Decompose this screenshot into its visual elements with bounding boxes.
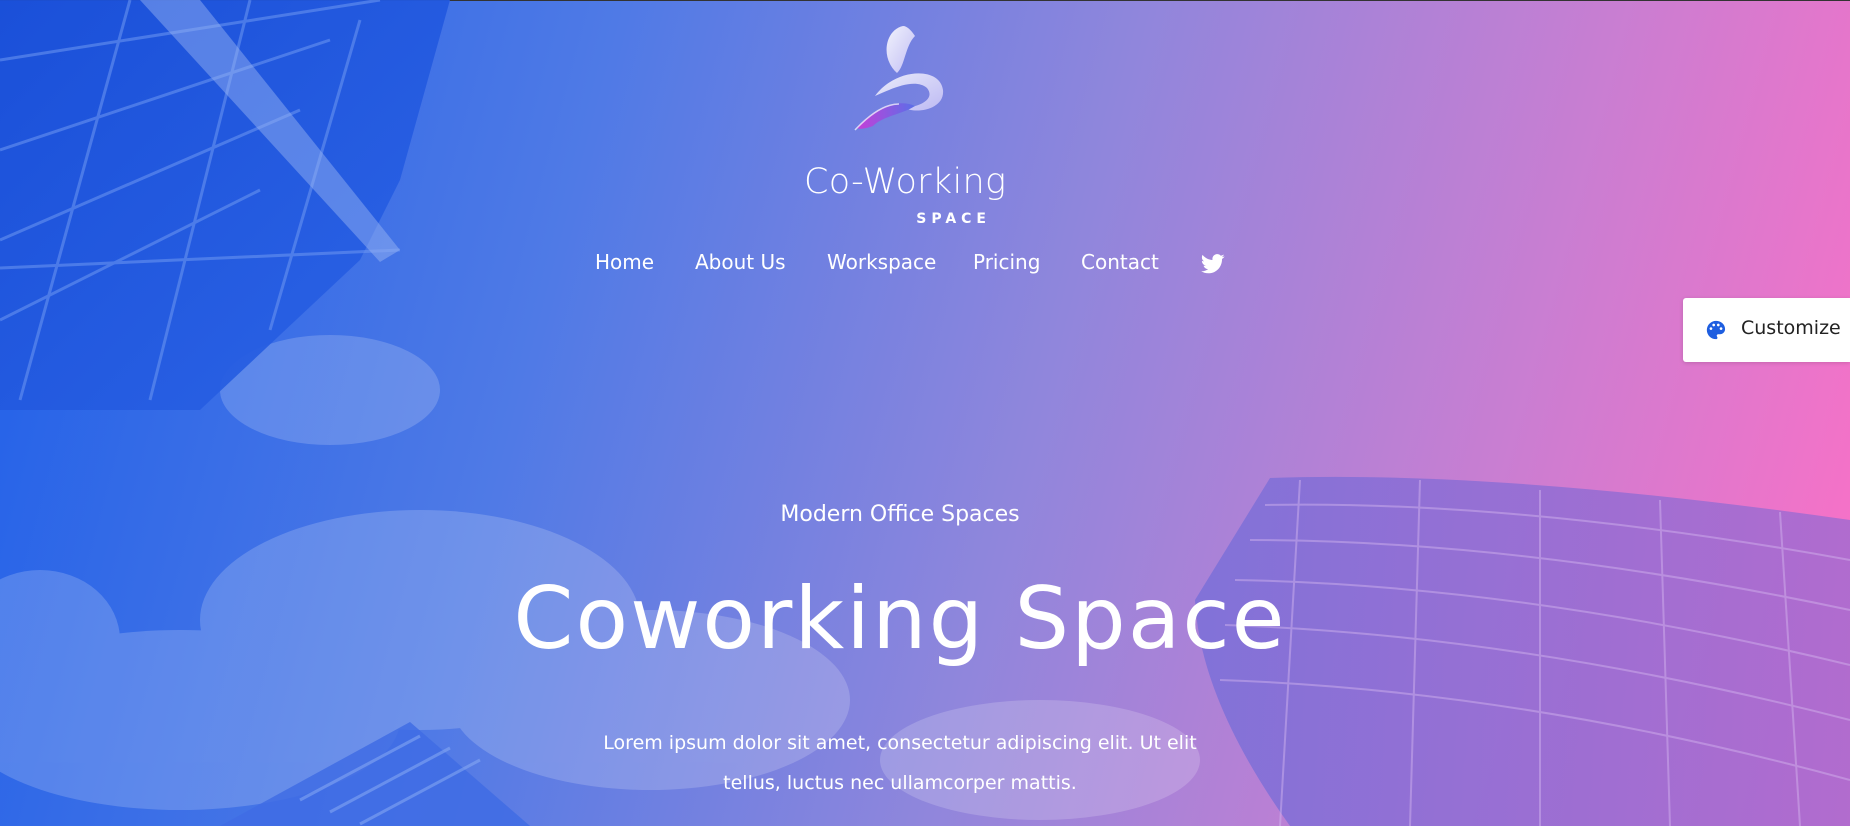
main-navigation: Home About Us Workspace Pricing Contact	[0, 250, 1850, 282]
hero-headline: Coworking Space	[513, 569, 1287, 669]
brand-title: Co-Working	[804, 162, 1007, 202]
nav-item-workspace[interactable]: Workspace	[827, 250, 936, 274]
nav-item-pricing[interactable]: Pricing	[973, 250, 1040, 274]
swirl-logo-icon	[854, 26, 944, 131]
twitter-icon[interactable]	[1201, 254, 1225, 274]
brand-logo[interactable]: Co-Working SPACE	[790, 18, 1006, 227]
brand-subtitle: SPACE	[916, 211, 991, 227]
customize-button[interactable]: Customize	[1683, 298, 1850, 362]
hero-lead-text: Lorem ipsum dolor sit amet, consectetur …	[603, 732, 1197, 794]
customize-label: Customize	[1741, 317, 1841, 339]
hero-eyebrow: Modern Office Spaces	[780, 502, 1020, 527]
nav-item-about-us[interactable]: About Us	[695, 250, 786, 274]
palette-icon	[1706, 320, 1726, 340]
nav-item-contact[interactable]: Contact	[1081, 250, 1159, 274]
hero-section: Co-Working SPACE Home About Us Workspace…	[0, 0, 1850, 826]
nav-item-home[interactable]: Home	[595, 250, 654, 274]
